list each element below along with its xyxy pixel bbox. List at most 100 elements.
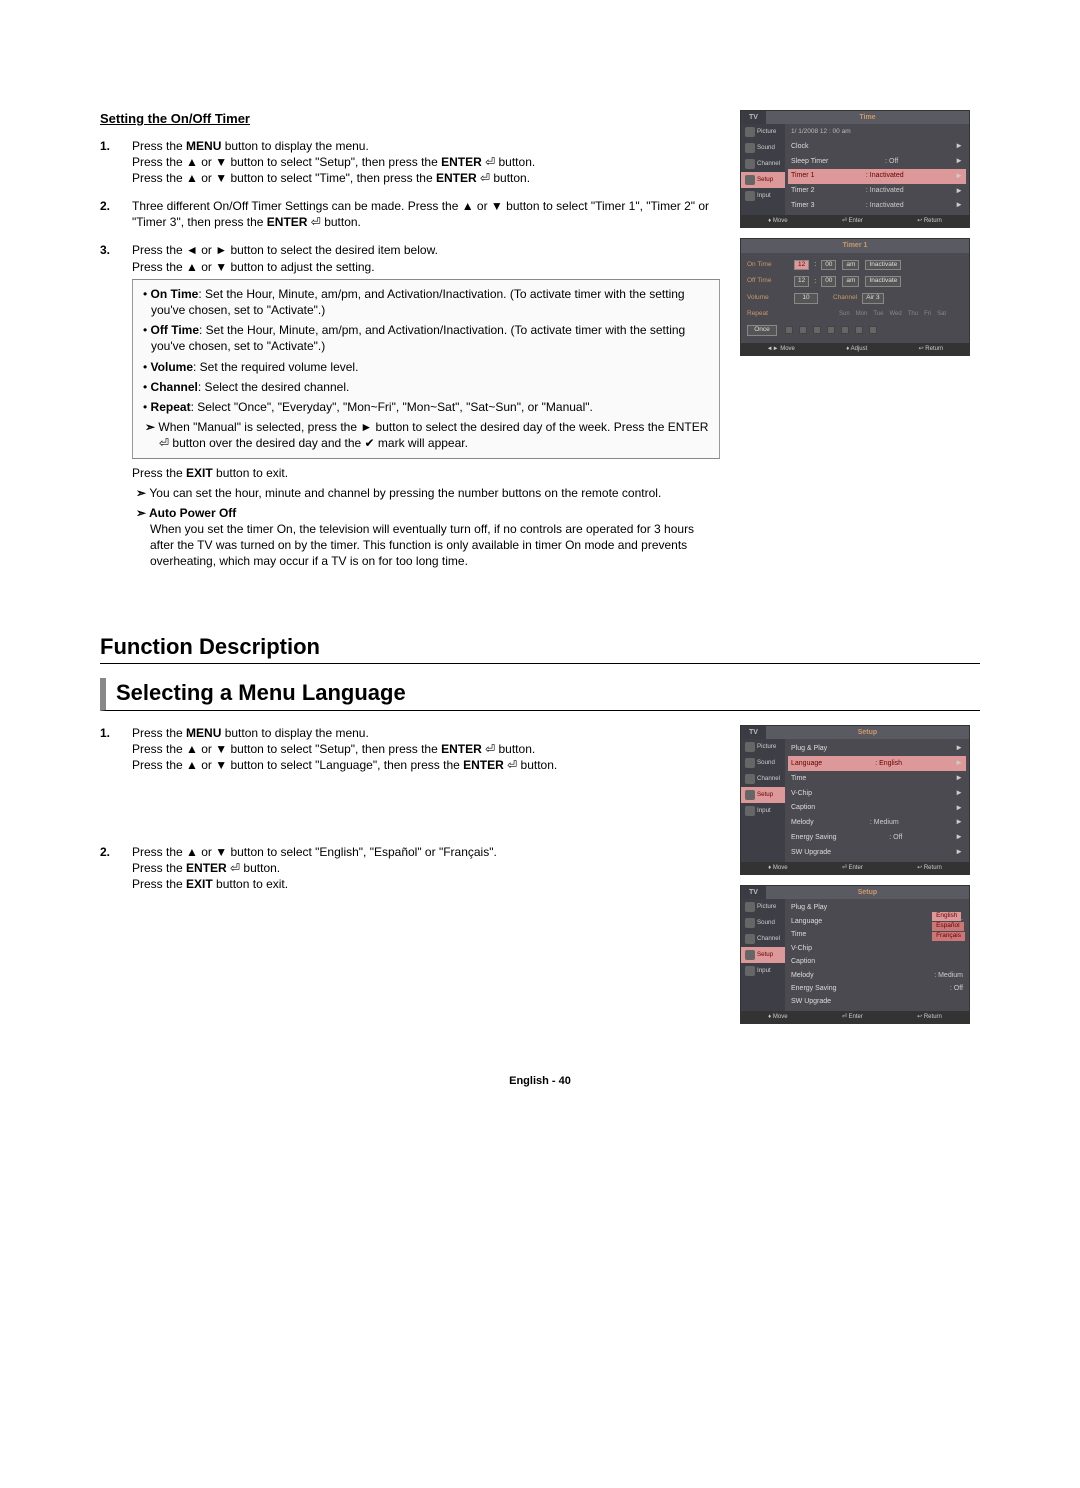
t: Press the ▲ or ▼ button to adjust the se… xyxy=(132,260,375,274)
t: Channel xyxy=(757,160,780,168)
ampm-box: am xyxy=(842,276,859,287)
step-num: 2. xyxy=(100,198,110,214)
t: : English xyxy=(875,759,902,768)
t: Energy Saving xyxy=(791,984,837,993)
day-checkbox xyxy=(869,326,877,334)
t: Setup xyxy=(757,176,773,184)
t: button to exit. xyxy=(213,466,288,480)
hour-box: 12 xyxy=(794,260,809,271)
t: SW Upgrade xyxy=(791,997,831,1006)
sound-icon xyxy=(745,918,755,928)
step-num: 1. xyxy=(100,138,110,154)
t: Sound xyxy=(757,144,775,152)
t: : Medium xyxy=(870,818,899,827)
setup-icon xyxy=(745,790,755,800)
arrow-icon: ► xyxy=(955,186,963,197)
t: button to exit. xyxy=(213,877,288,891)
t: ENTER xyxy=(463,758,504,772)
t: MENU xyxy=(186,139,221,153)
steps-timer: 1. Press the MENU button to display the … xyxy=(100,138,720,570)
t: Off Time xyxy=(151,323,199,337)
t: : Select the desired channel. xyxy=(198,380,349,394)
t: Language xyxy=(791,759,822,768)
arrow-icon: ► xyxy=(955,171,963,182)
t: Channel xyxy=(151,380,198,394)
osd-tv-label: TV xyxy=(741,111,766,124)
t: Repeat xyxy=(747,310,789,319)
osd-title: Time xyxy=(766,111,969,124)
t: : Select "Once", "Everyday", "Mon~Fri", … xyxy=(191,400,593,414)
t: : Medium xyxy=(934,971,963,980)
t: Press the ▲ or ▼ button to select "Langu… xyxy=(132,758,463,772)
t: Melody xyxy=(791,818,814,827)
t: : Set the Hour, Minute, am/pm, and Activ… xyxy=(151,287,685,317)
t: Channel xyxy=(833,294,857,303)
t: Timer 3 xyxy=(791,201,814,210)
t: : Off xyxy=(885,157,898,166)
t: Time xyxy=(791,774,806,783)
t: Sleep Timer xyxy=(791,157,828,166)
t: Caption xyxy=(791,803,815,812)
osd-foot-move: ◄► Move xyxy=(767,345,795,353)
t: Press the xyxy=(132,861,186,875)
t: Press the xyxy=(132,139,186,153)
osd-title: Setup xyxy=(766,886,969,899)
t: ENTER xyxy=(186,861,227,875)
min-box: 00 xyxy=(821,260,836,271)
step-1: 1. Press the MENU button to display the … xyxy=(100,138,720,187)
t: Three different On/Off Timer Settings ca… xyxy=(132,199,709,229)
osd-tv-label: TV xyxy=(741,886,766,899)
t: Fri xyxy=(924,310,931,318)
osd-foot-return: ↩ Return xyxy=(917,864,942,872)
t: Plug & Play xyxy=(791,903,827,912)
day-checkbox xyxy=(813,326,821,334)
t: button to display the menu. xyxy=(221,726,368,740)
t: V-Chip xyxy=(791,944,812,953)
day-checkbox xyxy=(855,326,863,334)
t: button to display the menu. xyxy=(221,139,368,153)
picture-icon xyxy=(745,902,755,912)
t: Press the ◄ or ► button to select the de… xyxy=(132,243,438,257)
t: Volume xyxy=(151,360,193,374)
t: Input xyxy=(757,807,771,815)
input-icon xyxy=(745,966,755,976)
osd-foot-enter: ⏎ Enter xyxy=(842,864,863,872)
t: Auto Power Off xyxy=(149,506,236,520)
t: Timer 2 xyxy=(791,186,814,195)
inset-box: • On Time: Set the Hour, Minute, am/pm, … xyxy=(132,279,720,459)
t: Wed xyxy=(889,310,901,318)
day-checkbox xyxy=(799,326,807,334)
steps-language: 1. Press the MENU button to display the … xyxy=(100,725,720,892)
act-box: Inactivate xyxy=(865,276,901,287)
t: EXIT xyxy=(186,877,213,891)
osd-date: 1/ 1/2008 12 : 00 am xyxy=(788,126,966,139)
osd-foot-move: ♦ Move xyxy=(768,864,787,872)
t: Plug & Play xyxy=(791,744,827,753)
lang-option: Español xyxy=(932,922,964,931)
t: Timer 1 xyxy=(791,171,814,180)
osd-sidebar: Picture Sound Channel Setup Input xyxy=(741,124,785,215)
setup-icon xyxy=(745,175,755,185)
act-box: Inactivate xyxy=(865,260,901,271)
osd-title: Setup xyxy=(766,726,969,739)
channel-icon xyxy=(745,934,755,944)
t: Caption xyxy=(791,957,815,966)
osd-foot-enter: ⏎ Enter xyxy=(842,1013,863,1021)
t: Repeat xyxy=(151,400,191,414)
osd-foot-return: ↩ Return xyxy=(917,217,942,225)
arrow-icon: ► xyxy=(955,156,963,167)
t: : Inactivated xyxy=(866,186,904,195)
t: When "Manual" is selected, press the ► b… xyxy=(158,420,708,450)
t: : Off xyxy=(889,833,902,842)
day-checkbox xyxy=(785,326,793,334)
t: Sat xyxy=(937,310,946,318)
t: Picture xyxy=(757,128,776,136)
t: Input xyxy=(757,192,771,200)
auto-power-off: ➣ Auto Power OffWhen you set the timer O… xyxy=(132,505,720,570)
osd-foot-adjust: ♦ Adjust xyxy=(846,345,867,353)
function-description-heading: Function Description xyxy=(100,632,980,665)
arrow-icon: ► xyxy=(955,803,963,814)
day-checkbox xyxy=(841,326,849,334)
t: V-Chip xyxy=(791,789,812,798)
input-icon xyxy=(745,806,755,816)
